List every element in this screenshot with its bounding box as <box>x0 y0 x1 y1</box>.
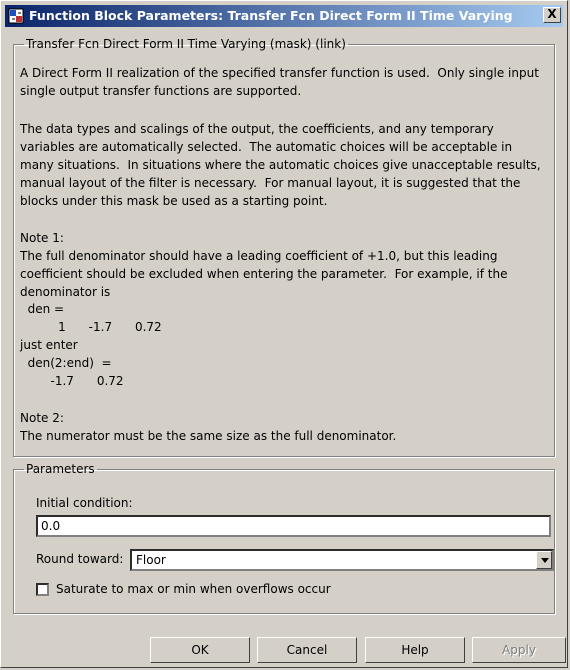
description-line: Note 2: <box>20 411 64 425</box>
title-bar[interactable]: Function Block Parameters: Transfer Fcn … <box>5 5 563 27</box>
description-line: The numerator must be the same size as t… <box>20 429 397 443</box>
close-button[interactable]: X <box>543 7 561 23</box>
description-line: 1 -1.7 0.72 <box>20 320 162 334</box>
apply-button[interactable]: Apply <box>472 637 566 663</box>
description-line: variables are automatically selected. Th… <box>20 140 513 154</box>
round-toward-label: Round toward: <box>36 552 124 566</box>
description-line: den(2:end) = <box>20 356 112 370</box>
description-line: Note 1: <box>20 231 64 245</box>
round-toward-select[interactable]: Floor <box>130 549 554 571</box>
cancel-button[interactable]: Cancel <box>257 637 357 663</box>
initial-condition-label: Initial condition: <box>36 496 133 510</box>
parameters-group-label: Parameters <box>26 462 95 476</box>
description-line: manual layout of the filter is necessary… <box>20 176 521 190</box>
chevron-down-icon[interactable] <box>536 551 552 569</box>
simulink-block-icon <box>8 8 24 24</box>
description-line: den = <box>20 302 65 316</box>
initial-condition-input[interactable]: 0.0 <box>36 515 551 537</box>
description-group: Transfer Fcn Direct Form II Time Varying… <box>13 37 555 457</box>
description-line: many situations. In situations where the… <box>20 158 541 172</box>
description-line: just enter <box>20 338 78 352</box>
round-toward-value: Floor <box>136 553 166 567</box>
description-line: single output transfer functions are sup… <box>20 84 302 98</box>
description-line: coefficient should be excluded when ente… <box>20 267 508 281</box>
saturate-label: Saturate to max or min when overflows oc… <box>56 582 331 596</box>
description-line: blocks under this mask be used as a star… <box>20 194 328 208</box>
description-line: A Direct Form II realization of the spec… <box>20 66 539 80</box>
description-line: -1.7 0.72 <box>20 374 124 388</box>
description-line: The full denominator should have a leadi… <box>20 249 498 263</box>
window-title: Function Block Parameters: Transfer Fcn … <box>29 8 513 23</box>
ok-button[interactable]: OK <box>150 637 250 663</box>
help-button[interactable]: Help <box>365 637 465 663</box>
description-group-label: Transfer Fcn Direct Form II Time Varying… <box>26 37 346 51</box>
saturate-checkbox[interactable] <box>36 583 49 596</box>
description-line: denominator is <box>20 285 111 299</box>
description-line: The data types and scalings of the outpu… <box>20 122 494 136</box>
